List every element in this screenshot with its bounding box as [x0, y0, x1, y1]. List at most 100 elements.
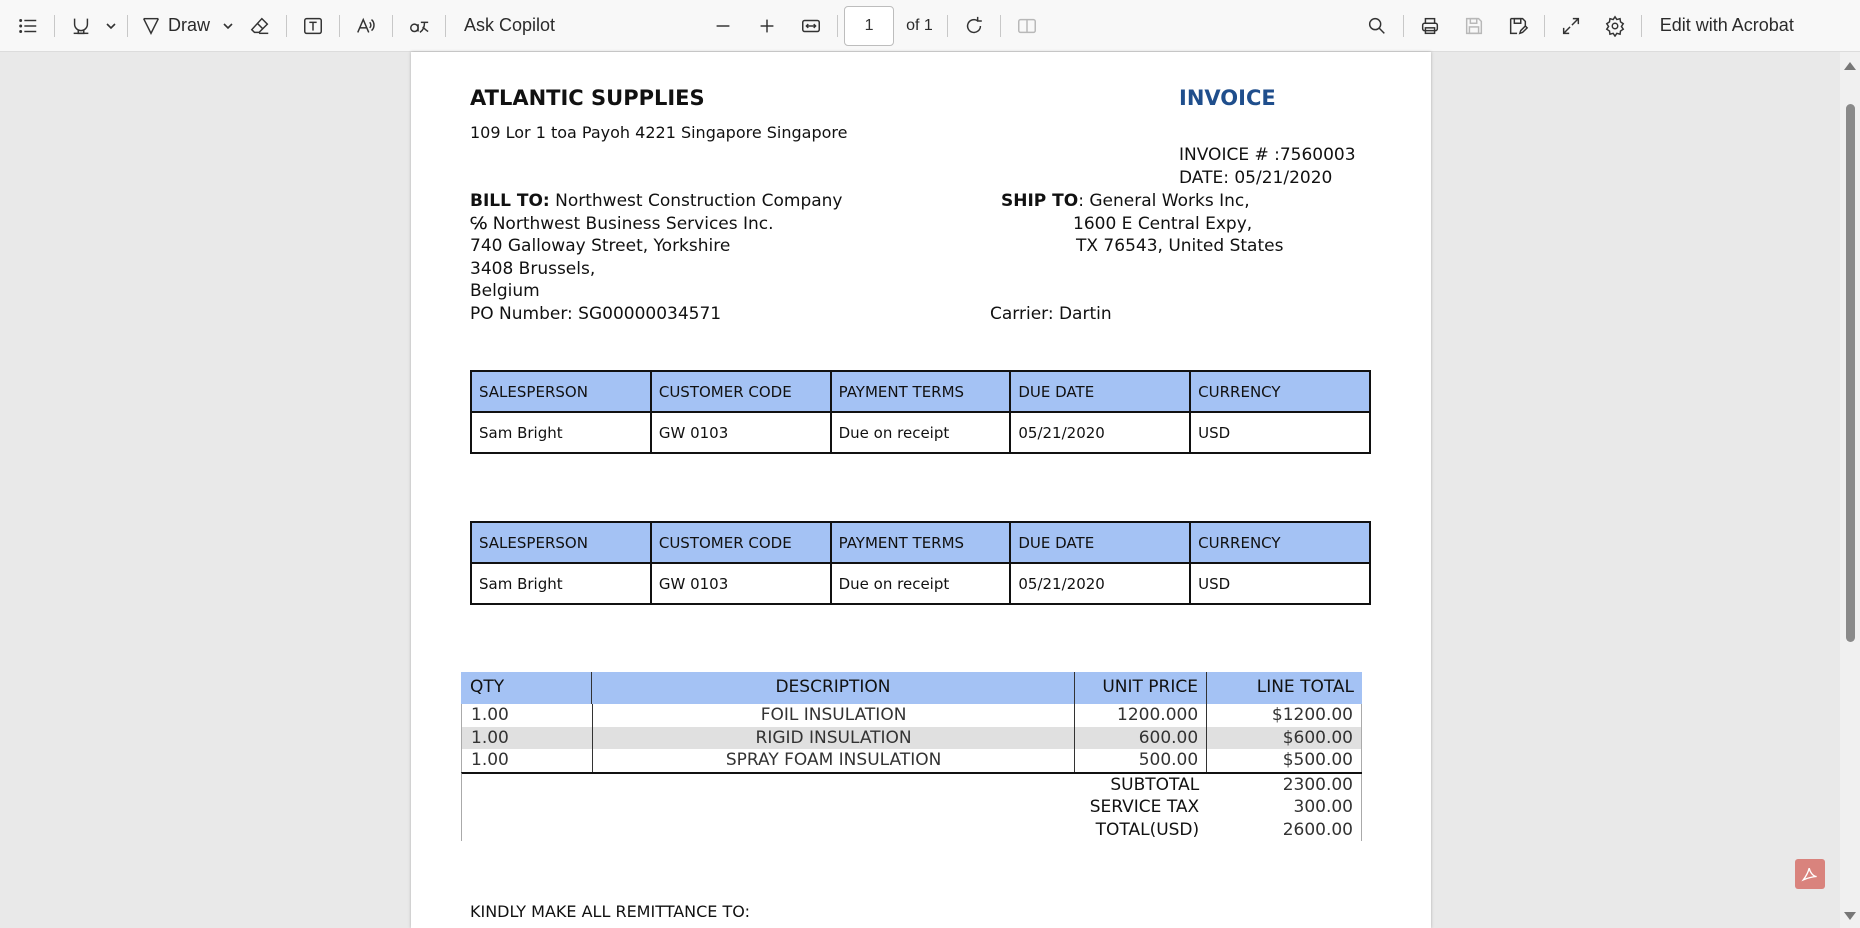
- print-button[interactable]: [1410, 6, 1450, 46]
- column-header: UNIT PRICE: [1075, 672, 1207, 704]
- ask-copilot-label: Ask Copilot: [464, 15, 556, 35]
- bill-to-line: BILL TO: Northwest Construction Company: [470, 191, 842, 211]
- draw-label: Draw: [168, 15, 211, 35]
- invoice-date: DATE: 05/21/2020: [1179, 168, 1333, 188]
- read-aloud-button[interactable]: [346, 6, 386, 46]
- company-address: 109 Lor 1 toa Payoh 4221 Singapore Singa…: [470, 123, 848, 142]
- total-label: SUBTOTAL: [1110, 774, 1200, 795]
- line-total-cell: $600.00: [1207, 726, 1362, 749]
- table-row: 1.00 RIGID INSULATION 600.00 $600.00: [461, 726, 1362, 749]
- column-header: SALESPERSON: [470, 370, 652, 413]
- table-header-row: SALESPERSON CUSTOMER CODE PAYMENT TERMS …: [470, 370, 1371, 413]
- bill-to-label: BILL TO:: [470, 191, 550, 211]
- expand-icon: [1562, 17, 1579, 34]
- chevron-down-icon: [223, 22, 233, 29]
- ship-to-line: SHIP TO: General Works Inc,: [1001, 191, 1250, 211]
- fullscreen-button[interactable]: [1551, 6, 1591, 46]
- toolbar-divider: [946, 14, 948, 37]
- table-cell: Due on receipt: [829, 562, 1012, 605]
- column-header: QTY: [461, 672, 592, 704]
- bill-to-name: Northwest Construction Company: [555, 191, 843, 211]
- table-cell: Sam Bright: [470, 562, 652, 605]
- save-button[interactable]: [1454, 6, 1494, 46]
- total-row: SUBTOTAL 2300.00: [462, 773, 1362, 796]
- qty-cell: 1.00: [462, 704, 593, 727]
- order-info-table: SALESPERSON CUSTOMER CODE PAYMENT TERMS …: [470, 370, 1371, 454]
- qty-cell: 1.00: [462, 726, 593, 749]
- draw-button[interactable]: Draw: [134, 6, 216, 46]
- toolbar-divider: [392, 14, 394, 37]
- draw-options-button[interactable]: [216, 6, 240, 46]
- save-as-icon: [1509, 17, 1528, 34]
- two-page-icon: [1017, 18, 1036, 33]
- erase-button[interactable]: [240, 6, 280, 46]
- chevron-down-icon: [106, 22, 116, 29]
- remittance-heading: KINDLY MAKE ALL REMITTANCE TO:: [470, 902, 750, 921]
- toolbar-divider: [1402, 14, 1404, 37]
- acrobat-icon: [1801, 867, 1817, 882]
- toolbar-divider: [127, 14, 128, 37]
- table-row: 1.00 SPRAY FOAM INSULATION 500.00 $500.0…: [461, 749, 1362, 772]
- po-number: PO Number: SG00000034571: [470, 304, 722, 324]
- toolbar-divider: [54, 14, 55, 37]
- ask-copilot-button[interactable]: Ask Copilot: [452, 6, 561, 46]
- scroll-up-arrow-icon[interactable]: [1844, 62, 1856, 70]
- toolbar-divider: [286, 14, 288, 37]
- highlighter-icon: [73, 18, 89, 34]
- column-header: SALESPERSON: [470, 521, 652, 564]
- totals-section: SUBTOTAL 2300.00 SERVICE TAX 300.00 TOTA…: [461, 771, 1362, 841]
- translate-button[interactable]: [399, 6, 439, 46]
- unit-price-cell: 600.00: [1075, 726, 1208, 749]
- table-header-row: QTY DESCRIPTION UNIT PRICE LINE TOTAL: [461, 672, 1362, 704]
- read-aloud-icon: [357, 17, 375, 33]
- edit-with-acrobat-button[interactable]: Edit with Acrobat: [1648, 6, 1800, 46]
- line-total-cell: $500.00: [1207, 749, 1362, 772]
- toolbar-divider: [339, 14, 341, 37]
- list-icon: [19, 18, 37, 33]
- text-box-icon: [304, 17, 322, 34]
- carrier: Carrier: Dartin: [990, 304, 1112, 324]
- rotate-button[interactable]: [954, 6, 994, 46]
- toolbar-divider: [445, 14, 447, 37]
- description-cell: RIGID INSULATION: [593, 726, 1076, 749]
- unit-price-cell: 500.00: [1075, 749, 1208, 772]
- column-header: CUSTOMER CODE: [649, 521, 832, 564]
- table-row: Sam Bright GW 0103 Due on receipt 05/21/…: [470, 411, 1371, 454]
- column-header: DUE DATE: [1009, 370, 1192, 413]
- toolbar-divider: [837, 14, 839, 37]
- highlight-options-button[interactable]: [101, 6, 121, 46]
- table-row: Sam Bright GW 0103 Due on receipt 05/21/…: [470, 562, 1371, 605]
- contents-list-button[interactable]: [8, 6, 48, 46]
- scroll-thumb[interactable]: [1846, 104, 1855, 642]
- pen-icon: [143, 17, 159, 35]
- settings-button[interactable]: [1595, 6, 1635, 46]
- toolbar-divider: [999, 14, 1001, 37]
- page-view-button[interactable]: [1007, 6, 1047, 46]
- table-cell: GW 0103: [649, 562, 832, 605]
- zoom-out-button[interactable]: [703, 6, 743, 46]
- toolbar-divider: [1640, 14, 1642, 37]
- highlight-button[interactable]: [61, 6, 101, 46]
- search-button[interactable]: [1357, 6, 1397, 46]
- zoom-in-button[interactable]: [747, 6, 787, 46]
- scroll-down-arrow-icon[interactable]: [1844, 912, 1856, 920]
- fit-width-button[interactable]: [791, 6, 831, 46]
- total-label: TOTAL(USD): [1095, 819, 1200, 840]
- total-value: 2300.00: [1207, 773, 1362, 796]
- plus-icon: [760, 19, 774, 32]
- total-row: TOTAL(USD) 2600.00: [462, 818, 1362, 841]
- column-header: PAYMENT TERMS: [829, 521, 1012, 564]
- table-cell: GW 0103: [649, 411, 832, 454]
- invoice-number: INVOICE # :7560003: [1179, 145, 1356, 165]
- printer-icon: [1421, 17, 1438, 34]
- ship-to-label: SHIP TO: [1001, 191, 1079, 211]
- line-items-table: QTY DESCRIPTION UNIT PRICE LINE TOTAL 1.…: [461, 672, 1362, 841]
- column-header: DUE DATE: [1009, 521, 1192, 564]
- page-number-input[interactable]: [844, 5, 895, 46]
- save-as-button[interactable]: [1498, 6, 1538, 46]
- ship-to-line: TX 76543, United States: [1076, 236, 1284, 256]
- vertical-scrollbar[interactable]: [1840, 52, 1860, 928]
- table-cell: 05/21/2020: [1009, 562, 1192, 605]
- add-text-button[interactable]: [293, 6, 333, 46]
- acrobat-button[interactable]: [1795, 859, 1825, 889]
